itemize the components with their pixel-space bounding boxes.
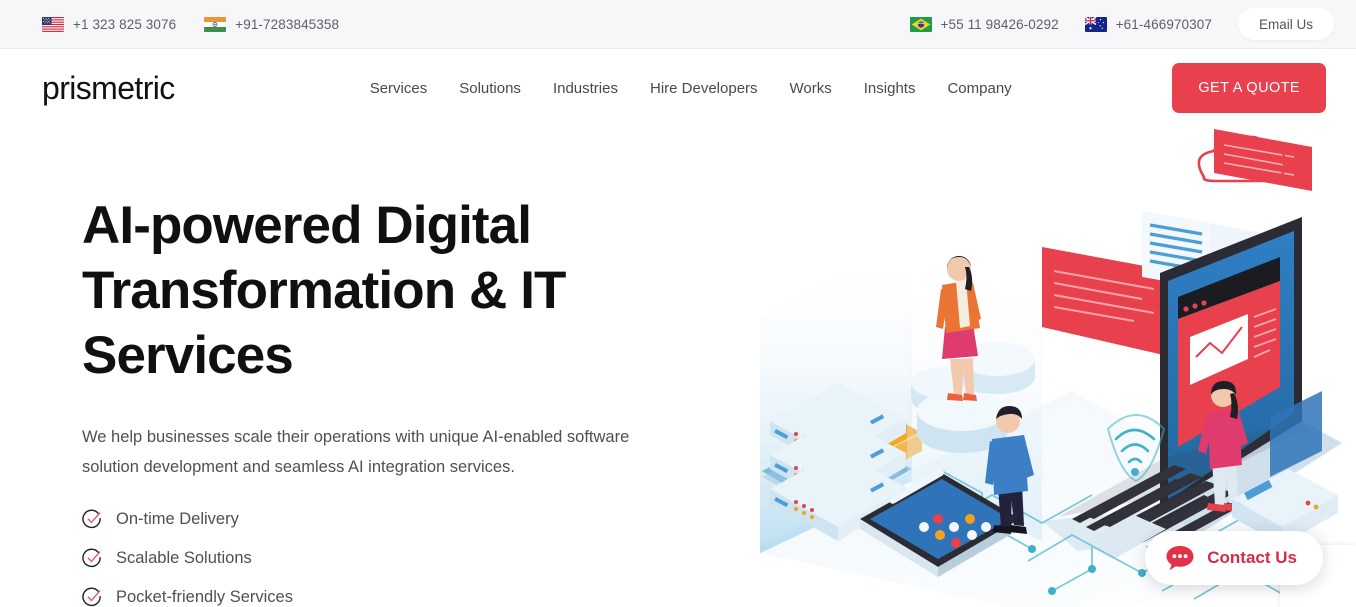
benefit-label: Scalable Solutions: [116, 548, 252, 567]
topbar-contacts-left: +1 323 825 3076 +91-7283845358: [42, 16, 340, 32]
benefit-item-on-time-delivery: On-time Delivery: [82, 509, 760, 530]
check-circle-icon: [82, 587, 101, 606]
nav-item-services[interactable]: Services: [370, 80, 428, 97]
check-circle-icon: [82, 548, 101, 567]
nav-item-solutions[interactable]: Solutions: [459, 80, 521, 97]
nav-item-hire-developers[interactable]: Hire Developers: [650, 80, 758, 97]
hero-title: AI-powered Digital Transformation & IT S…: [82, 196, 566, 386]
benefit-label: On-time Delivery: [116, 509, 239, 528]
contact-phone-brazil[interactable]: +55 11 98426-0292: [909, 16, 1059, 32]
hero-benefits-list: On-time Delivery Scalable Solutions Pock…: [82, 509, 760, 607]
hero-illustration-container: Contact Us: [760, 127, 1356, 607]
nav-item-insights[interactable]: Insights: [864, 80, 916, 97]
benefit-item-pocket-friendly-services: Pocket-friendly Services: [82, 587, 760, 607]
contact-phone-us[interactable]: +1 323 825 3076: [42, 16, 177, 32]
benefit-item-scalable-solutions: Scalable Solutions: [82, 548, 760, 569]
hero-content: AI-powered Digital Transformation & IT S…: [0, 127, 760, 607]
india-flag-icon: [204, 16, 227, 32]
hero-section: AI-powered Digital Transformation & IT S…: [0, 127, 1356, 607]
main-navigation: Services Solutions Industries Hire Devel…: [370, 80, 1012, 97]
site-header: prismetric Services Solutions Industries…: [0, 49, 1356, 127]
get-a-quote-button[interactable]: GET A QUOTE: [1172, 63, 1326, 113]
contact-us-label: Contact Us: [1207, 548, 1297, 567]
us-flag-icon: [42, 16, 64, 32]
nav-item-works[interactable]: Works: [790, 80, 832, 97]
email-us-button[interactable]: Email Us: [1237, 8, 1334, 40]
phone-number-australia: +61-466970307: [1115, 16, 1212, 32]
nav-item-industries[interactable]: Industries: [553, 80, 618, 97]
contact-phone-australia[interactable]: +61-466970307: [1084, 16, 1212, 32]
australia-flag-icon: [1084, 16, 1107, 32]
hero-subtitle: We help businesses scale their operation…: [82, 427, 630, 476]
contact-us-button[interactable]: Contact Us: [1145, 531, 1323, 585]
benefit-label: Pocket-friendly Services: [116, 587, 293, 606]
check-circle-icon: [82, 509, 101, 528]
topbar-contacts-right: +55 11 98426-0292 +61-466970307 Email Us: [909, 8, 1334, 40]
phone-number-us: +1 323 825 3076: [73, 16, 177, 32]
phone-number-brazil: +55 11 98426-0292: [940, 16, 1059, 32]
logo[interactable]: prismetric: [42, 72, 175, 104]
phone-number-india: +91-7283845358: [235, 16, 340, 32]
top-utility-bar: +1 323 825 3076 +91-7283845358 +55 11 98…: [0, 0, 1356, 49]
nav-item-company[interactable]: Company: [947, 80, 1011, 97]
brazil-flag-icon: [909, 16, 932, 32]
contact-phone-india[interactable]: +91-7283845358: [204, 16, 340, 32]
chat-bubble-icon: [1166, 546, 1194, 571]
